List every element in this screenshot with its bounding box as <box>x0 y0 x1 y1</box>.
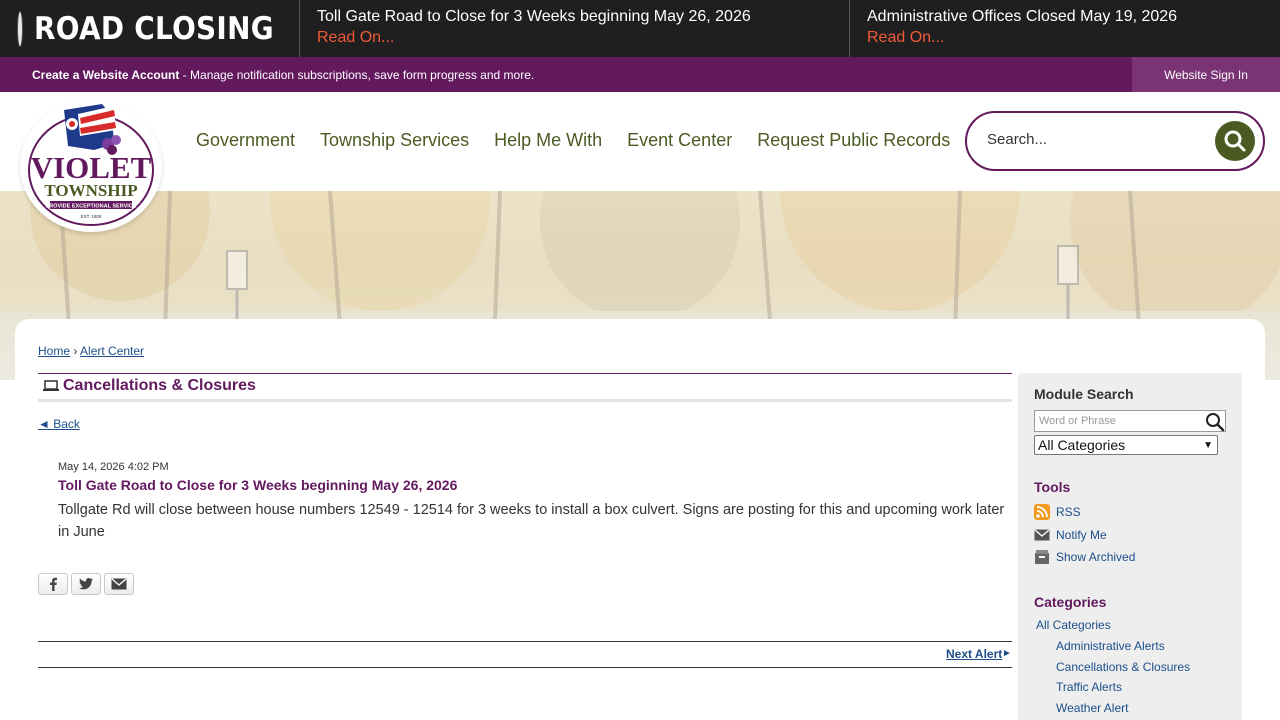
search-button[interactable] <box>1215 121 1255 161</box>
alert-item-title[interactable]: Toll Gate Road to Close for 3 Weeks begi… <box>317 6 849 27</box>
main-nav: Government Township Services Help Me Wit… <box>196 130 950 151</box>
envelope-icon <box>1034 527 1050 543</box>
category-select-value: All Categories <box>1038 437 1126 453</box>
category-traffic-alerts[interactable]: Traffic Alerts <box>1056 680 1122 694</box>
nav-item-government[interactable]: Government <box>196 130 295 151</box>
account-description: - Manage notification subscriptions, sav… <box>179 68 535 82</box>
tool-notify-me[interactable]: Notify Me <box>1034 527 1107 543</box>
alert-item: Toll Gate Road to Close for 3 Weeks begi… <box>300 0 850 57</box>
post-body: Tollgate Rd will close between house num… <box>58 502 1005 540</box>
tool-show-archived-label: Show Archived <box>1056 550 1136 564</box>
module-search-heading: Module Search <box>1034 386 1134 402</box>
nav-item-request-public-records[interactable]: Request Public Records <box>757 130 950 151</box>
alert-item: Administrative Offices Closed May 19, 20… <box>850 0 1280 57</box>
sign-in-button[interactable]: Website Sign In <box>1132 57 1280 92</box>
next-arrow-icon: ► <box>1002 648 1012 659</box>
chevron-down-icon: ▼ <box>1203 439 1213 451</box>
tool-notify-me-label: Notify Me <box>1056 528 1107 542</box>
category-weather-alert[interactable]: Weather Alert <box>1056 701 1128 715</box>
post-date: May 14, 2026 4:02 PM <box>58 461 169 473</box>
post-title: Toll Gate Road to Close for 3 Weeks begi… <box>58 477 458 493</box>
logo-graphic: VIOLET TOWNSHIP PROVIDE EXCEPTIONAL SERV… <box>28 104 154 226</box>
mail-icon <box>111 578 127 590</box>
twitter-share-button[interactable] <box>71 573 101 595</box>
module-header: Cancellations & Closures <box>38 373 1012 402</box>
module-title-text: Cancellations & Closures <box>63 377 256 394</box>
search-input[interactable] <box>987 131 1207 148</box>
category-all[interactable]: All Categories <box>1036 618 1111 632</box>
nav-item-township-services[interactable]: Township Services <box>320 130 469 151</box>
logo-line2: TOWNSHIP <box>44 181 137 200</box>
category-cancellations-closures[interactable]: Cancellations & Closures <box>1056 660 1190 674</box>
share-buttons <box>38 573 134 595</box>
back-link[interactable]: ◄ Back <box>38 417 80 431</box>
nav-item-event-center[interactable]: Event Center <box>627 130 732 151</box>
site-search <box>965 111 1265 171</box>
categories-heading: Categories <box>1034 594 1107 610</box>
category-administrative-alerts[interactable]: Administrative Alerts <box>1056 639 1165 653</box>
facebook-icon <box>50 577 57 591</box>
search-icon[interactable] <box>1205 412 1225 432</box>
alert-read-on-link[interactable]: Read On... <box>867 27 944 48</box>
alert-read-on-link[interactable]: Read On... <box>317 27 394 48</box>
nav-item-help-me-with[interactable]: Help Me With <box>494 130 602 151</box>
alert-dot-icon <box>18 11 22 46</box>
alert-item-title[interactable]: Administrative Offices Closed May 19, 20… <box>867 6 1280 27</box>
breadcrumb-home[interactable]: Home <box>38 344 70 358</box>
laptop-icon <box>43 380 59 391</box>
tool-rss-label: RSS <box>1056 505 1081 519</box>
pager-divider <box>38 667 1012 668</box>
account-text: Create a Website Account - Manage notifi… <box>32 68 534 82</box>
rss-icon <box>1034 504 1050 520</box>
next-alert-link[interactable]: Next Alert <box>946 647 1002 661</box>
search-icon <box>1224 130 1246 152</box>
tools-heading: Tools <box>1034 479 1071 495</box>
logo-line1: VIOLET <box>31 150 152 185</box>
module-title: Cancellations & Closures <box>43 377 256 395</box>
tool-show-archived[interactable]: Show Archived <box>1034 549 1135 565</box>
breadcrumb-alert-center[interactable]: Alert Center <box>80 344 144 358</box>
alert-bar: ROAD CLOSING Toll Gate Road to Close for… <box>0 0 1280 57</box>
tool-rss[interactable]: RSS <box>1034 504 1081 520</box>
breadcrumb-separator: › <box>73 344 78 358</box>
email-share-button[interactable] <box>104 573 134 595</box>
logo-est: EST. 1808 <box>81 214 102 219</box>
alert-label: ROAD CLOSING <box>0 0 300 57</box>
category-select[interactable]: All Categories ▼ <box>1034 435 1218 455</box>
alert-label-text: ROAD CLOSING <box>34 10 274 47</box>
archive-icon <box>1034 549 1050 565</box>
create-account-link[interactable]: Create a Website Account <box>32 68 179 82</box>
township-logo[interactable]: VIOLET TOWNSHIP PROVIDE EXCEPTIONAL SERV… <box>20 100 162 232</box>
account-bar: Create a Website Account - Manage notifi… <box>0 57 1280 92</box>
twitter-icon <box>79 578 93 590</box>
breadcrumb: Home › Alert Center <box>38 344 144 358</box>
word-or-phrase-input[interactable] <box>1034 410 1226 432</box>
logo-tagline: PROVIDE EXCEPTIONAL SERVICE <box>46 204 137 210</box>
pager-divider <box>38 641 1012 642</box>
facebook-share-button[interactable] <box>38 573 68 595</box>
